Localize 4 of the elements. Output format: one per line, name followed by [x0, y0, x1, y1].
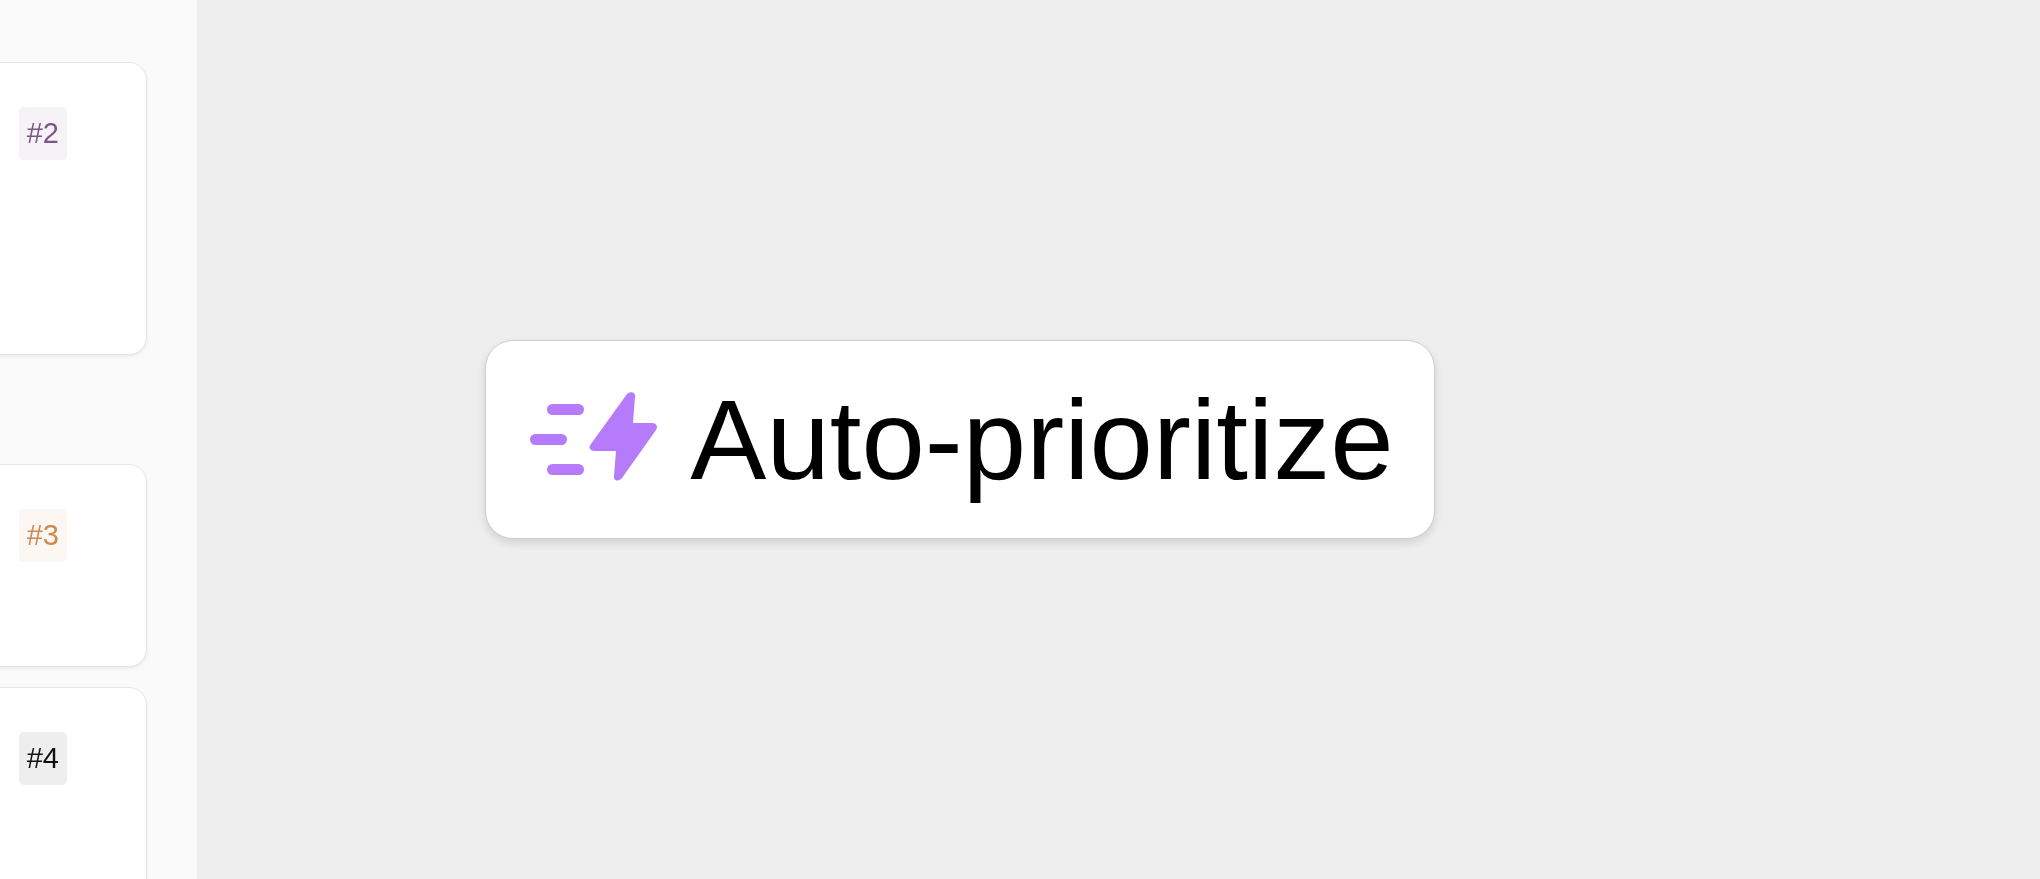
auto-prioritize-button[interactable]: Auto-prioritize — [485, 340, 1435, 539]
number-tag: #3 — [18, 509, 67, 562]
number-tag: #2 — [18, 107, 67, 160]
number-tag: #4 — [18, 732, 67, 785]
